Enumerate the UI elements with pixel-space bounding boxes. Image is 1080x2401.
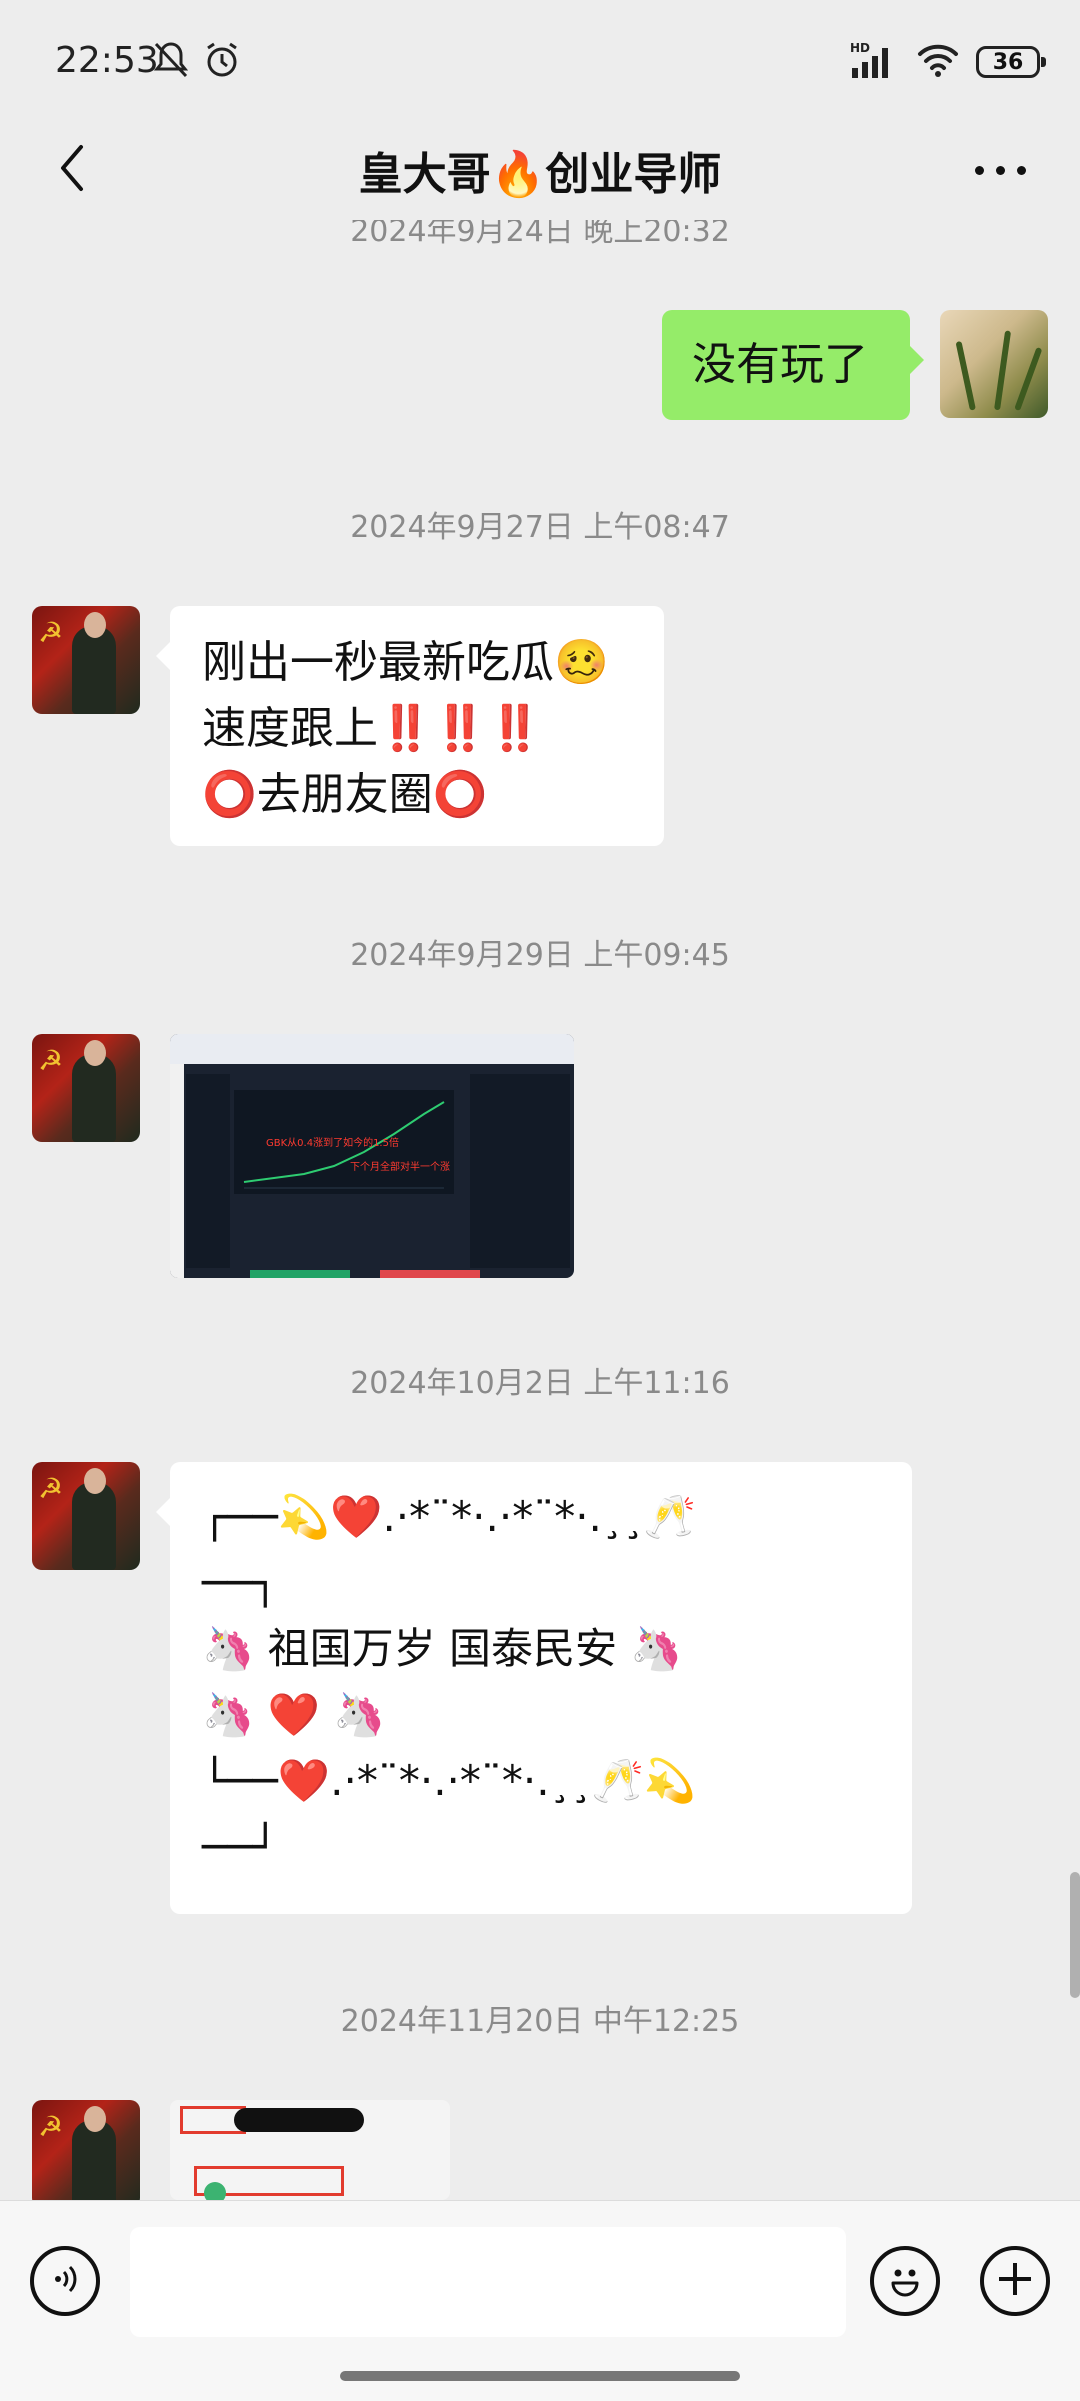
message-line: 🦄 ❤️ 🦄 <box>202 1690 386 1739</box>
message-line: ⭕去朋友圈⭕ <box>202 769 488 820</box>
image-message-trading-screenshot[interactable]: GBK从0.4涨到了如今的1.5倍 下个月全部对半一个涨 <box>170 1034 574 1278</box>
image-message-screenshot[interactable] <box>170 2100 450 2200</box>
battery-icon: 36 <box>976 46 1046 78</box>
home-indicator[interactable] <box>340 2371 740 2381</box>
message-bubble-incoming[interactable]: 刚出一秒最新吃瓜🥴 速度跟上‼️‼️‼️ ⭕去朋友圈⭕ <box>156 606 664 846</box>
status-time: 22:53 <box>55 40 159 81</box>
voice-icon <box>48 2262 82 2300</box>
network-label: HD <box>850 41 870 55</box>
emoji-button[interactable] <box>870 2246 940 2316</box>
input-bar <box>0 2200 1080 2401</box>
signal-icon: HD <box>848 40 900 84</box>
message-line: ──┐ <box>202 1558 278 1607</box>
contact-avatar[interactable]: ☭ <box>32 1034 140 1142</box>
status-bar: 22:53 HD 36 <box>0 0 1080 120</box>
mute-bell-icon <box>152 40 190 84</box>
message-line: └──❤️.·*¨*·.·*¨*·.¸¸🥂💫 <box>202 1756 697 1805</box>
voice-button[interactable] <box>30 2246 100 2316</box>
wifi-icon <box>916 42 960 82</box>
plus-icon <box>995 2259 1035 2303</box>
timestamp: 2024年10月2日 上午11:16 <box>350 1366 730 1401</box>
more-options-button[interactable] <box>960 140 1040 200</box>
timestamp: 2024年9月27日 上午08:47 <box>350 510 730 545</box>
message-line: ┌──💫❤️.·*¨*·.·*¨*·.¸¸🥂 <box>202 1492 697 1541</box>
timestamp: 2024年9月29日 上午09:45 <box>350 938 730 973</box>
chat-area: 2024年9月24日 晚上20:32 没有玩了 2024年9月27日 上午08:… <box>0 0 1080 2208</box>
message-line: ──┘ <box>202 1822 278 1871</box>
my-avatar[interactable] <box>940 310 1048 418</box>
chat-header: 皇大哥🔥创业导师 <box>0 120 1080 220</box>
message-line: 速度跟上‼️‼️‼️ <box>202 703 543 754</box>
timestamp: 2024年11月20日 中午12:25 <box>340 2004 740 2039</box>
more-dots-icon <box>974 165 984 175</box>
alarm-icon <box>202 40 242 84</box>
message-text: 没有玩了 <box>692 339 868 390</box>
chat-title: 皇大哥🔥创业导师 <box>358 149 722 200</box>
contact-avatar[interactable]: ☭ <box>32 2100 140 2208</box>
image-annotation: GBK从0.4涨到了如今的1.5倍 <box>266 1138 399 1149</box>
emoji-icon <box>883 2257 927 2305</box>
message-bubble-outgoing[interactable]: 没有玩了 <box>662 310 924 420</box>
message-input[interactable] <box>130 2227 846 2337</box>
message-line: 🦄 祖国万岁 国泰民安 🦄 <box>202 1624 683 1673</box>
add-button[interactable] <box>980 2246 1050 2316</box>
message-line: 刚出一秒最新吃瓜🥴 <box>202 637 609 688</box>
contact-avatar[interactable]: ☭ <box>32 606 140 714</box>
contact-avatar[interactable]: ☭ <box>32 1462 140 1570</box>
image-annotation: 下个月全部对半一个涨 <box>350 1162 450 1173</box>
scrollbar-thumb[interactable] <box>1070 1872 1080 1998</box>
message-bubble-incoming[interactable]: ┌──💫❤️.·*¨*·.·*¨*·.¸¸🥂 ──┐ 🦄 祖国万岁 国泰民安 🦄… <box>156 1462 912 1914</box>
